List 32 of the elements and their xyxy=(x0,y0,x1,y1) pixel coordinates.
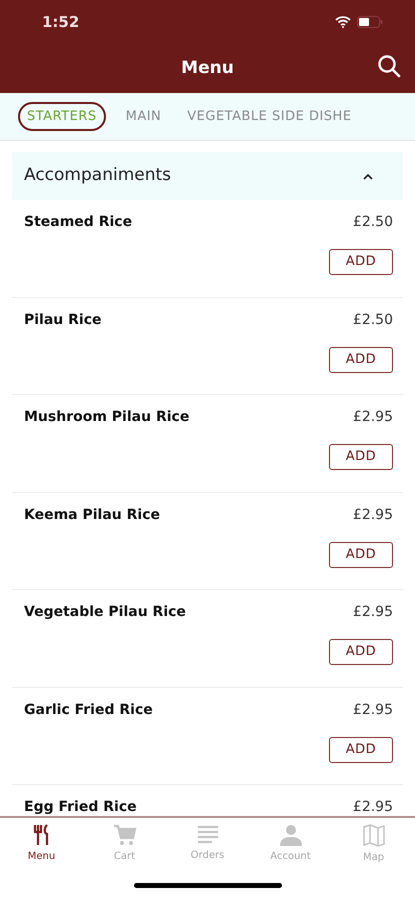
page-title: Menu xyxy=(181,56,234,80)
add-button[interactable]: ADD xyxy=(329,346,393,372)
nav-tab[interactable]: Menu xyxy=(0,818,83,870)
item-name: Pilau Rice xyxy=(24,310,102,330)
item-price: £2.50 xyxy=(352,213,393,232)
item-price: £2.50 xyxy=(352,310,393,330)
status-time: 1:52 xyxy=(42,12,80,33)
section-header[interactable]: Accompaniments xyxy=(12,152,403,200)
add-button[interactable]: ADD xyxy=(329,736,393,762)
item-price: £2.95 xyxy=(352,506,393,524)
add-button[interactable]: ADD xyxy=(329,542,393,568)
cart-icon xyxy=(112,824,136,846)
item-price: £2.95 xyxy=(352,700,393,720)
item-name: Vegetable Pilau Rice xyxy=(24,603,186,622)
item-name: Egg Fried Rice xyxy=(24,798,137,816)
item-price: £2.95 xyxy=(352,798,393,816)
section-title: Accompaniments xyxy=(24,164,172,188)
item-price: £2.95 xyxy=(352,603,393,622)
item-name: Mushroom Pilau Rice xyxy=(24,408,190,427)
battery-icon xyxy=(357,16,383,28)
search-icon[interactable] xyxy=(377,54,401,78)
wifi-icon xyxy=(335,16,351,28)
add-button[interactable]: ADD xyxy=(329,444,393,470)
item-price: £2.95 xyxy=(352,408,393,427)
map-icon xyxy=(362,823,386,847)
item-name: Keema Pilau Rice xyxy=(24,506,160,524)
person-icon xyxy=(278,824,302,846)
item-name: Garlic Fried Rice xyxy=(24,700,153,720)
add-button[interactable]: ADD xyxy=(329,249,393,275)
item-name: Steamed Rice xyxy=(24,213,132,232)
list-icon xyxy=(196,825,218,845)
add-button[interactable]: ADD xyxy=(329,639,393,665)
